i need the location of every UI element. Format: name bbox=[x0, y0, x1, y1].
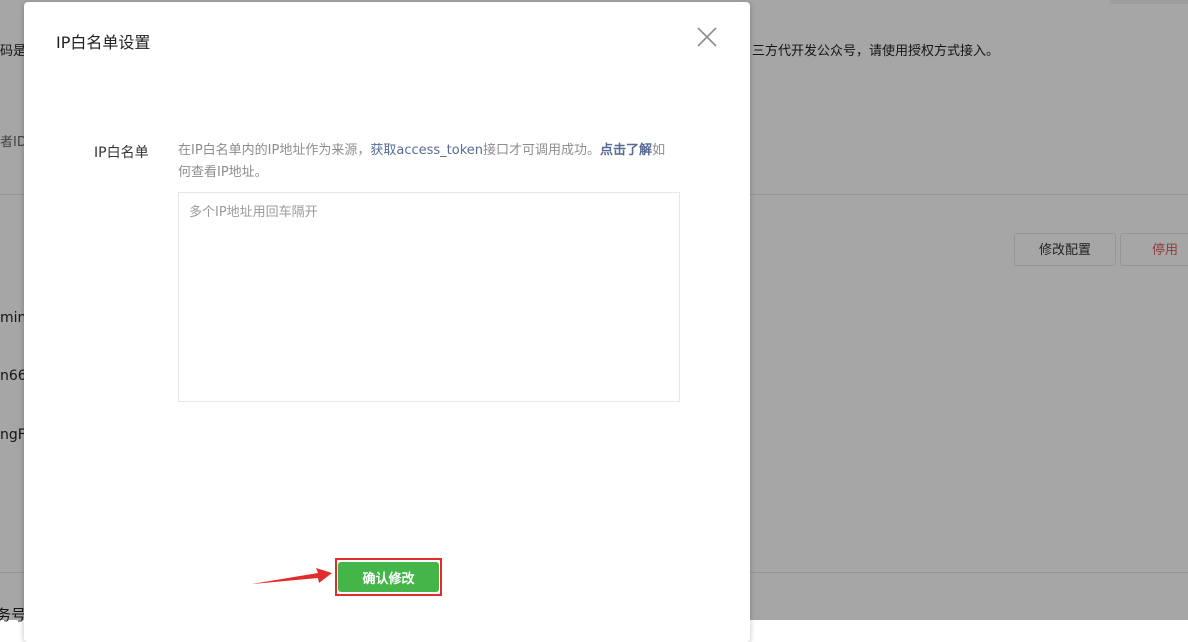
close-icon[interactable] bbox=[696, 26, 718, 48]
access-token-link[interactable]: 获取access_token bbox=[370, 143, 483, 158]
dialog-title: IP白名单设置 bbox=[56, 33, 151, 52]
ip-whitelist-tip: 在IP白名单内的IP地址作为来源，获取access_token接口才可调用成功。… bbox=[178, 140, 678, 184]
tip-text-before: 在IP白名单内的IP地址作为来源， bbox=[178, 143, 371, 158]
annotation-arrow-icon bbox=[252, 568, 332, 584]
ip-whitelist-dialog: IP白名单设置 IP白名单 在IP白名单内的IP地址作为来源，获取access_… bbox=[24, 2, 750, 642]
ip-whitelist-textarea[interactable] bbox=[178, 192, 680, 402]
confirm-modify-button[interactable]: 确认修改 bbox=[338, 562, 439, 592]
ip-whitelist-label: IP白名单 bbox=[94, 145, 149, 161]
learn-more-link[interactable]: 点击了解 bbox=[600, 143, 652, 158]
tip-text-middle: 接口才可调用成功。 bbox=[483, 143, 601, 158]
